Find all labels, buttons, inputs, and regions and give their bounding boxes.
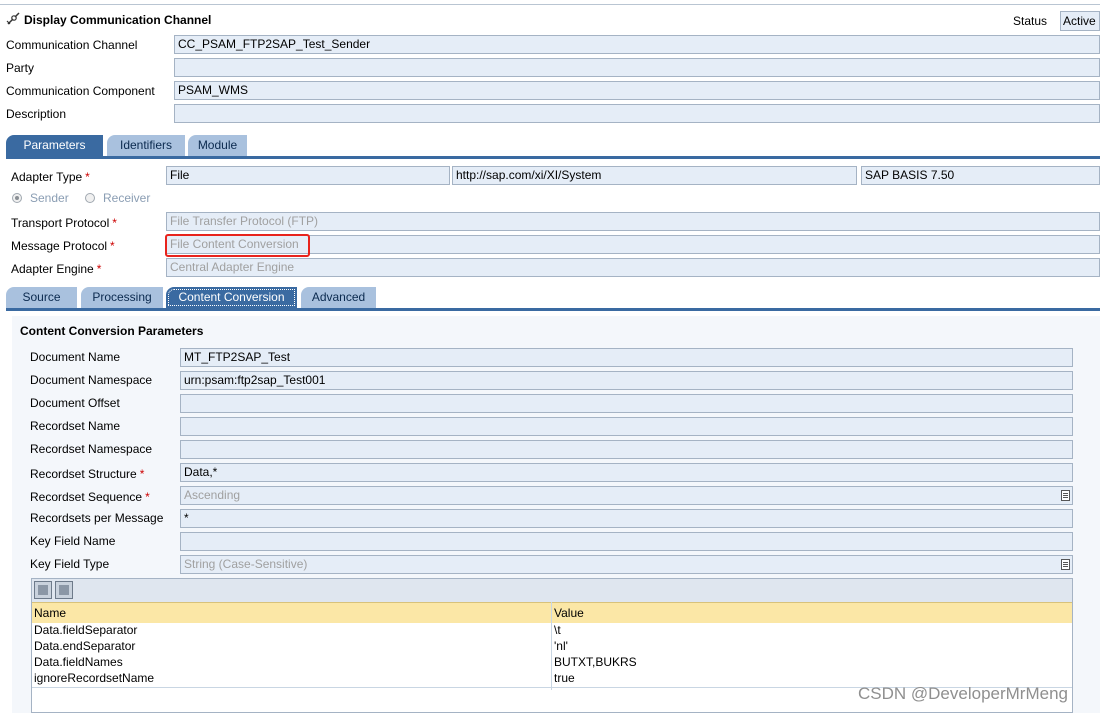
recordset-structure-label: Recordset Structure *: [30, 467, 145, 481]
party-field[interactable]: [174, 58, 1100, 77]
adapter-engine-field[interactable]: Central Adapter Engine: [166, 258, 1100, 277]
page-title: Display Communication Channel: [24, 13, 212, 27]
adapter-type-label: Adapter Type *: [11, 170, 90, 184]
communication-channel-label: Communication Channel: [6, 38, 138, 52]
receiver-radio[interactable]: [85, 193, 95, 203]
row-value-cell: 'nl': [554, 639, 568, 653]
tab-identifiers[interactable]: Identifiers: [107, 135, 185, 156]
section-title: Content Conversion Parameters: [20, 324, 204, 338]
recordsets-per-message-label: Recordsets per Message: [30, 511, 164, 525]
adapter-namespace-field[interactable]: http://sap.com/xi/XI/System: [452, 166, 857, 185]
key-field-name-field[interactable]: [180, 532, 1073, 551]
message-protocol-highlight: [165, 234, 310, 257]
row-value-cell: \t: [554, 623, 561, 637]
column-header-name[interactable]: Name: [32, 606, 66, 621]
sender-radio-label: Sender: [30, 191, 69, 205]
window-top-border: [0, 0, 1100, 5]
tab-advanced[interactable]: Advanced: [301, 287, 376, 308]
main-tabstrip: Parameters Identifiers Module: [6, 135, 1100, 156]
tab-parameters[interactable]: Parameters: [6, 135, 103, 156]
watermark: CSDN @DeveloperMrMeng: [858, 684, 1068, 703]
transport-protocol-field[interactable]: File Transfer Protocol (FTP): [166, 212, 1100, 231]
row-name-cell: Data.fieldSeparator: [34, 623, 138, 637]
key-field-type-dropdown[interactable]: String (Case-Sensitive): [180, 555, 1073, 574]
tab-module[interactable]: Module: [188, 135, 247, 156]
table-header: Name Value: [32, 602, 1072, 624]
insert-row-icon[interactable]: [34, 581, 52, 599]
sub-tab-underline: [6, 308, 1100, 311]
status-value: Active: [1060, 11, 1100, 31]
column-header-value[interactable]: Value: [552, 606, 584, 621]
recordset-name-label: Recordset Name: [30, 419, 121, 433]
document-namespace-label: Document Namespace: [30, 373, 153, 387]
message-protocol-label: Message Protocol *: [11, 239, 115, 253]
dropdown-icon[interactable]: [1061, 559, 1070, 570]
sender-radio[interactable]: [12, 193, 22, 203]
row-name-cell: ignoreRecordsetName: [34, 671, 155, 685]
table-toolbar: [32, 579, 1072, 602]
table-row[interactable]: Data.endSeparator 'nl': [32, 639, 1072, 656]
recordset-namespace-field[interactable]: [180, 440, 1073, 459]
adapter-engine-label: Adapter Engine *: [11, 262, 102, 276]
tab-processing[interactable]: Processing: [81, 287, 163, 308]
delete-row-icon[interactable]: [55, 581, 73, 599]
document-name-label: Document Name: [30, 350, 121, 364]
receiver-radio-label: Receiver: [103, 191, 151, 205]
dropdown-icon[interactable]: [1061, 490, 1070, 501]
document-offset-field[interactable]: [180, 394, 1073, 413]
party-label: Party: [6, 61, 35, 75]
recordset-namespace-label: Recordset Namespace: [30, 442, 153, 456]
column-divider: [551, 602, 552, 690]
description-label: Description: [6, 107, 67, 121]
tab-content-conversion[interactable]: Content Conversion: [166, 287, 297, 308]
adapter-swcv-field[interactable]: SAP BASIS 7.50: [861, 166, 1100, 185]
recordset-sequence-dropdown[interactable]: Ascending: [180, 486, 1073, 505]
adapter-type-field[interactable]: File: [166, 166, 450, 185]
recordset-structure-field[interactable]: Data,*: [180, 463, 1073, 482]
recordset-name-field[interactable]: [180, 417, 1073, 436]
recordset-sequence-label: Recordset Sequence *: [30, 490, 150, 504]
main-tab-underline: [6, 156, 1100, 159]
description-field[interactable]: [174, 104, 1100, 123]
row-value-cell: BUTXT,BUKRS: [554, 655, 637, 669]
recordsets-per-message-field[interactable]: *: [180, 509, 1073, 528]
row-name-cell: Data.fieldNames: [34, 655, 123, 669]
document-name-field[interactable]: MT_FTP2SAP_Test: [180, 348, 1073, 367]
transport-protocol-label: Transport Protocol *: [11, 216, 117, 230]
row-value-cell: true: [554, 671, 575, 685]
communication-channel-field[interactable]: CC_PSAM_FTP2SAP_Test_Sender: [174, 35, 1100, 54]
status-label: Status: [1013, 14, 1048, 28]
communication-component-field[interactable]: PSAM_WMS: [174, 81, 1100, 100]
tab-source[interactable]: Source: [6, 287, 77, 308]
key-field-type-label: Key Field Type: [30, 557, 110, 571]
table-row[interactable]: Data.fieldNames BUTXT,BUKRS: [32, 655, 1072, 672]
document-namespace-field[interactable]: urn:psam:ftp2sap_Test001: [180, 371, 1073, 390]
table-row[interactable]: Data.fieldSeparator \t: [32, 623, 1072, 640]
sub-tabstrip: Source Processing Content Conversion Adv…: [6, 287, 1100, 308]
channel-icon: [6, 12, 20, 25]
document-offset-label: Document Offset: [30, 396, 120, 410]
key-field-name-label: Key Field Name: [30, 534, 116, 548]
communication-component-label: Communication Component: [6, 84, 155, 98]
row-name-cell: Data.endSeparator: [34, 639, 136, 653]
